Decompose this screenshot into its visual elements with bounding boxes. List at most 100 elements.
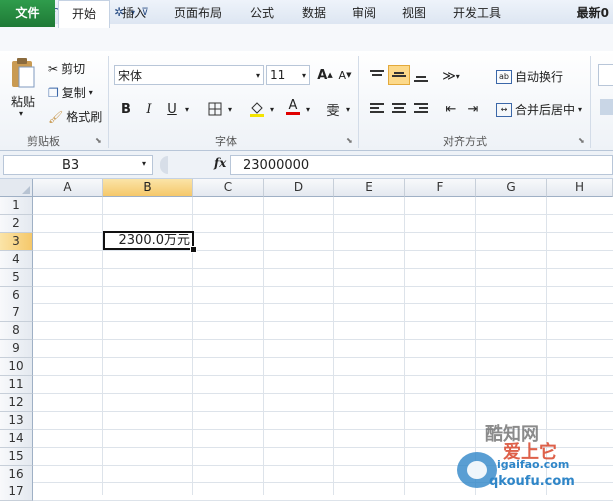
merge-center-button[interactable]: ↔ 合并后居中 ▾ xyxy=(496,101,582,118)
increase-indent-button[interactable]: ⇥ xyxy=(462,99,484,119)
row-header-14[interactable]: 14 xyxy=(0,430,33,448)
font-launcher-icon[interactable]: ⬊ xyxy=(346,136,353,145)
paste-button[interactable]: 粘贴 ▾ xyxy=(6,57,40,123)
copy-button[interactable]: ❐ 复制 ▾ xyxy=(48,84,93,101)
increase-indent-icon: ⇥ xyxy=(467,101,479,117)
row-header-9[interactable]: 9 xyxy=(0,340,33,358)
grid-row-line xyxy=(33,268,613,269)
font-size-value: 11 xyxy=(270,68,286,82)
number-format-combo[interactable] xyxy=(598,64,613,86)
borders-dropdown-icon[interactable]: ▾ xyxy=(224,99,236,119)
row-header-2[interactable]: 2 xyxy=(0,215,33,233)
row-header-7[interactable]: 7 xyxy=(0,304,33,322)
column-header-e[interactable]: E xyxy=(334,179,405,197)
row-header-8[interactable]: 8 xyxy=(0,322,33,340)
number-format-icon[interactable] xyxy=(600,99,613,115)
row-header-11[interactable]: 11 xyxy=(0,376,33,394)
row-header-3[interactable]: 3 xyxy=(0,233,33,251)
alignment-launcher-icon[interactable]: ⬊ xyxy=(578,136,585,145)
column-header-a[interactable]: A xyxy=(33,179,103,197)
tab-view[interactable]: 视图 xyxy=(392,0,436,27)
align-right-button[interactable] xyxy=(410,99,432,119)
row-header-16[interactable]: 16 xyxy=(0,466,33,484)
row-header-15[interactable]: 15 xyxy=(0,448,33,466)
tab-home[interactable]: 开始 xyxy=(58,0,110,28)
phonetic-dropdown-icon[interactable]: ▾ xyxy=(342,99,354,119)
font-size-combo[interactable]: 11 ▾ xyxy=(266,65,310,85)
cut-button[interactable]: ✂ 剪切 xyxy=(48,60,85,77)
row-header-6[interactable]: 6 xyxy=(0,287,33,305)
paintbrush-icon: 🖌 xyxy=(48,109,64,124)
row-header-13[interactable]: 13 xyxy=(0,412,33,430)
row-header-12[interactable]: 12 xyxy=(0,394,33,412)
align-right-icon xyxy=(414,103,428,113)
font-color-dropdown-icon[interactable]: ▾ xyxy=(302,99,314,119)
underline-button[interactable]: U xyxy=(161,99,183,119)
grid-row-line xyxy=(33,393,613,394)
column-header-g[interactable]: G xyxy=(476,179,547,197)
formula-input[interactable]: 23000000 xyxy=(230,155,613,175)
name-box[interactable]: B3 ▾ xyxy=(3,155,153,175)
cut-label: 剪切 xyxy=(61,62,86,76)
copy-label: 复制 xyxy=(61,86,86,100)
shrink-font-button[interactable]: A ▼ xyxy=(334,65,356,85)
align-bottom-button[interactable] xyxy=(410,66,432,86)
merge-icon: ↔ xyxy=(496,102,512,117)
format-painter-button[interactable]: 🖌 格式刷 xyxy=(48,108,102,125)
insert-function-icon[interactable]: fx xyxy=(214,156,226,170)
selected-cell-b3[interactable]: 2300.0万元 xyxy=(103,231,194,250)
italic-button[interactable]: I xyxy=(138,99,160,119)
formula-bar-resize-handle[interactable] xyxy=(160,156,168,174)
fill-color-dropdown-icon[interactable]: ▾ xyxy=(266,99,278,119)
tab-insert[interactable]: 插入 xyxy=(112,0,156,27)
grow-font-button[interactable]: A ▲ xyxy=(314,65,336,85)
row-header-5[interactable]: 5 xyxy=(0,269,33,287)
row-header-10[interactable]: 10 xyxy=(0,358,33,376)
group-divider xyxy=(108,56,109,148)
borders-icon xyxy=(208,102,222,116)
clipboard-launcher-icon[interactable]: ⬊ xyxy=(95,136,102,145)
phonetic-button[interactable]: 雯 xyxy=(322,99,344,119)
align-center-icon xyxy=(392,103,406,113)
underline-dropdown-icon[interactable]: ▾ xyxy=(181,99,193,119)
grid-row-line xyxy=(33,375,613,376)
column-header-h[interactable]: H xyxy=(547,179,613,197)
wrap-text-button[interactable]: ab 自动换行 xyxy=(496,68,563,85)
paste-label: 粘贴 xyxy=(11,95,36,109)
tab-developer[interactable]: 开发工具 xyxy=(444,0,510,27)
wrap-text-label: 自动换行 xyxy=(515,70,564,84)
tab-formulas[interactable]: 公式 xyxy=(240,0,284,27)
tab-file[interactable]: 文件 xyxy=(0,0,55,27)
align-center-button[interactable] xyxy=(388,99,410,119)
font-color-icon: A xyxy=(288,98,298,113)
align-top-button[interactable] xyxy=(366,66,388,86)
orientation-button[interactable]: ≫ ▾ xyxy=(440,66,462,86)
orientation-dropdown-icon: ▾ xyxy=(455,71,460,81)
grid-column-line xyxy=(404,197,405,495)
align-middle-button[interactable] xyxy=(388,65,410,85)
tab-review[interactable]: 审阅 xyxy=(342,0,386,27)
copy-icon: ❐ xyxy=(48,85,59,100)
wrap-text-icon: ab xyxy=(496,69,512,84)
align-left-button[interactable] xyxy=(366,99,388,119)
row-header-4[interactable]: 4 xyxy=(0,251,33,269)
column-header-c[interactable]: C xyxy=(193,179,264,197)
column-header-b[interactable]: B xyxy=(103,179,193,197)
borders-button[interactable] xyxy=(204,99,226,119)
select-all-button[interactable] xyxy=(0,179,33,197)
font-name-combo[interactable]: 宋体 ▾ xyxy=(114,65,264,85)
tab-data[interactable]: 数据 xyxy=(292,0,336,27)
align-middle-icon xyxy=(392,72,406,77)
font-color-button[interactable]: A xyxy=(282,97,304,117)
decrease-indent-button[interactable]: ⇤ xyxy=(440,99,462,119)
name-box-value: B3 xyxy=(62,158,80,173)
row-header-17[interactable]: 17 xyxy=(0,483,33,501)
tab-page-layout[interactable]: 页面布局 xyxy=(166,0,230,27)
bold-button[interactable]: B xyxy=(115,99,137,119)
fill-color-button[interactable] xyxy=(246,99,268,119)
column-header-d[interactable]: D xyxy=(264,179,334,197)
group-divider xyxy=(590,56,591,148)
column-header-f[interactable]: F xyxy=(405,179,476,197)
row-header-1[interactable]: 1 xyxy=(0,197,33,215)
fill-handle[interactable] xyxy=(190,246,197,253)
